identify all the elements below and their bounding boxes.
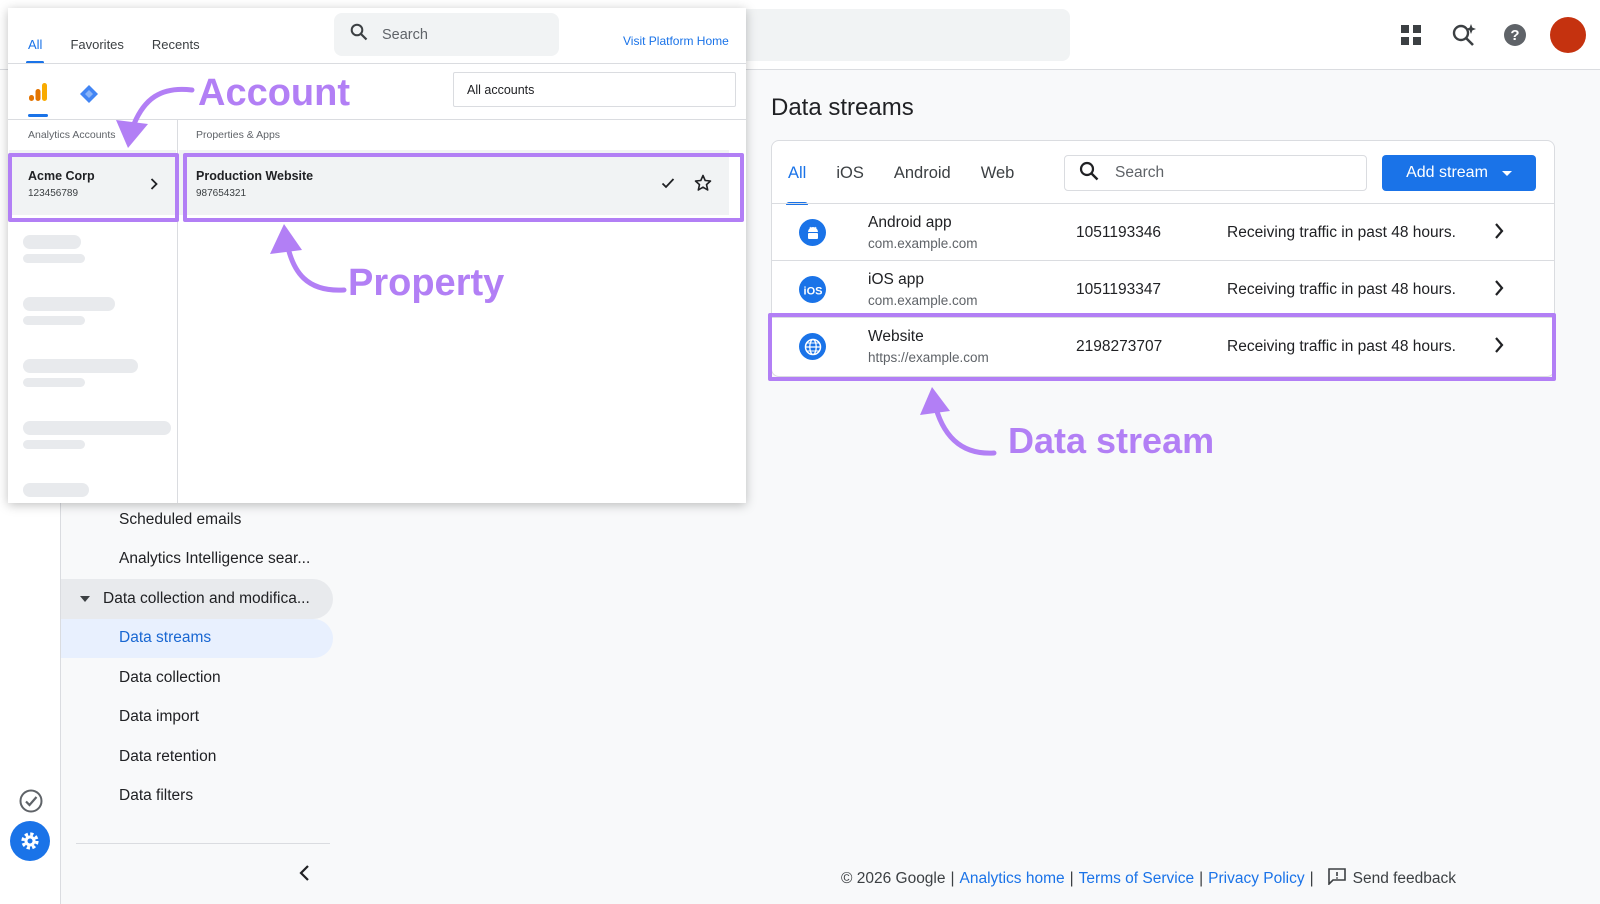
tag-manager-logo-icon[interactable] bbox=[79, 84, 99, 109]
skeleton-placeholder bbox=[23, 316, 85, 325]
account-arrow bbox=[108, 80, 198, 155]
nav-item-data-filters[interactable]: Data filters bbox=[61, 777, 333, 817]
picker-tab-recents[interactable]: Recents bbox=[152, 8, 200, 64]
add-stream-button[interactable]: Add stream bbox=[1382, 155, 1536, 191]
stream-id: 1051193347 bbox=[1076, 281, 1162, 298]
stream-search-input[interactable]: Search bbox=[1064, 155, 1367, 191]
apps-grid-icon[interactable] bbox=[1393, 17, 1429, 53]
skeleton-placeholder bbox=[23, 297, 115, 311]
chevron-right-icon bbox=[1494, 280, 1504, 301]
analytics-logo-icon bbox=[28, 81, 48, 108]
privacy-link[interactable]: Privacy Policy bbox=[1208, 870, 1304, 888]
search-icon bbox=[350, 23, 368, 46]
nav-item-data-collection-modification[interactable]: Data collection and modifica... bbox=[61, 579, 333, 619]
nav-item-data-import[interactable]: Data import bbox=[61, 698, 333, 738]
accounts-column-header: Analytics Accounts bbox=[28, 129, 116, 141]
account-filter-select[interactable]: All accounts bbox=[453, 72, 736, 107]
tab-ios[interactable]: iOS bbox=[836, 141, 864, 205]
nav-divider bbox=[76, 843, 330, 844]
android-icon bbox=[799, 219, 826, 246]
ios-icon: iOS bbox=[799, 276, 826, 303]
svg-text:iOS: iOS bbox=[803, 285, 822, 296]
product-tab-underline bbox=[28, 114, 48, 117]
property-annotation: Property bbox=[348, 262, 505, 304]
analytics-home-link[interactable]: Analytics home bbox=[960, 870, 1065, 888]
skeleton-placeholder bbox=[23, 483, 89, 497]
skeleton-placeholder bbox=[23, 378, 85, 387]
gear-icon[interactable] bbox=[10, 821, 50, 861]
avatar[interactable] bbox=[1550, 17, 1586, 53]
nav-item-data-retention[interactable]: Data retention bbox=[61, 737, 333, 777]
property-arrow bbox=[262, 222, 352, 302]
account-highlight bbox=[8, 153, 179, 222]
search-spark-icon[interactable] bbox=[1446, 17, 1482, 53]
nav-item-scheduled-emails[interactable]: Scheduled emails bbox=[61, 500, 333, 540]
dropdown-arrow-icon bbox=[1501, 170, 1512, 176]
stream-name: iOS app bbox=[868, 271, 925, 288]
visit-platform-home-link[interactable]: Visit Platform Home bbox=[623, 34, 729, 48]
page-title: Data streams bbox=[771, 94, 914, 121]
footer: © 2026 Google | Analytics home | Terms o… bbox=[841, 867, 1456, 890]
search-placeholder: Search bbox=[1115, 164, 1165, 181]
nav-item-data-streams[interactable]: Data streams bbox=[61, 618, 333, 658]
stream-package: com.example.com bbox=[868, 236, 978, 251]
skeleton-placeholder bbox=[23, 359, 138, 373]
stream-id: 1051193346 bbox=[1076, 224, 1162, 241]
skeleton-placeholder bbox=[23, 421, 171, 435]
skeleton-placeholder bbox=[23, 254, 85, 263]
terms-link[interactable]: Terms of Service bbox=[1079, 870, 1194, 888]
chevron-right-icon bbox=[1494, 223, 1504, 244]
nav-item-analytics-intelligence[interactable]: Analytics Intelligence sear... bbox=[61, 540, 333, 580]
stream-row-android[interactable]: Android app com.example.com 1051193346 R… bbox=[772, 203, 1554, 260]
collapse-chevron-icon[interactable] bbox=[293, 861, 317, 885]
copyright: © 2026 Google bbox=[841, 869, 946, 887]
stream-package: com.example.com bbox=[868, 293, 978, 308]
nav-item-data-collection[interactable]: Data collection bbox=[61, 658, 333, 698]
divider bbox=[8, 63, 746, 64]
caret-down-icon bbox=[73, 595, 97, 602]
tab-android[interactable]: Android bbox=[894, 141, 951, 205]
skeleton-placeholder bbox=[23, 235, 81, 249]
stream-row-ios[interactable]: iOS iOS app com.example.com 1051193347 R… bbox=[772, 260, 1554, 317]
picker-tab-all[interactable]: All bbox=[25, 8, 45, 64]
send-feedback-button[interactable]: Send feedback bbox=[1327, 867, 1456, 890]
check-circle-icon[interactable] bbox=[18, 788, 44, 819]
svg-text:?: ? bbox=[1510, 27, 1519, 44]
picker-tabs: All Favorites Recents bbox=[8, 8, 208, 64]
picker-search-placeholder: Search bbox=[382, 26, 428, 43]
data-stream-arrow bbox=[910, 385, 1000, 465]
skeleton-placeholder bbox=[23, 440, 85, 449]
picker-tab-favorites[interactable]: Favorites bbox=[70, 8, 123, 64]
search-icon bbox=[1079, 161, 1099, 186]
stream-status: Receiving traffic in past 48 hours. bbox=[1227, 224, 1456, 241]
stream-name: Android app bbox=[868, 214, 952, 231]
account-annotation: Account bbox=[198, 72, 350, 114]
properties-column-header: Properties & Apps bbox=[196, 129, 281, 141]
picker-search-input[interactable]: Search bbox=[334, 13, 559, 56]
admin-nav: Scheduled emails Analytics Intelligence … bbox=[61, 500, 333, 816]
stream-status: Receiving traffic in past 48 hours. bbox=[1227, 281, 1456, 298]
stream-tabs: All iOS Android Web bbox=[772, 141, 1028, 205]
data-stream-highlight bbox=[768, 313, 1556, 381]
feedback-icon bbox=[1327, 867, 1347, 890]
tab-web[interactable]: Web bbox=[981, 141, 1015, 205]
property-highlight bbox=[183, 153, 744, 222]
help-icon[interactable]: ? bbox=[1497, 17, 1533, 53]
tab-all[interactable]: All bbox=[785, 141, 809, 205]
data-stream-annotation: Data stream bbox=[1008, 420, 1215, 461]
